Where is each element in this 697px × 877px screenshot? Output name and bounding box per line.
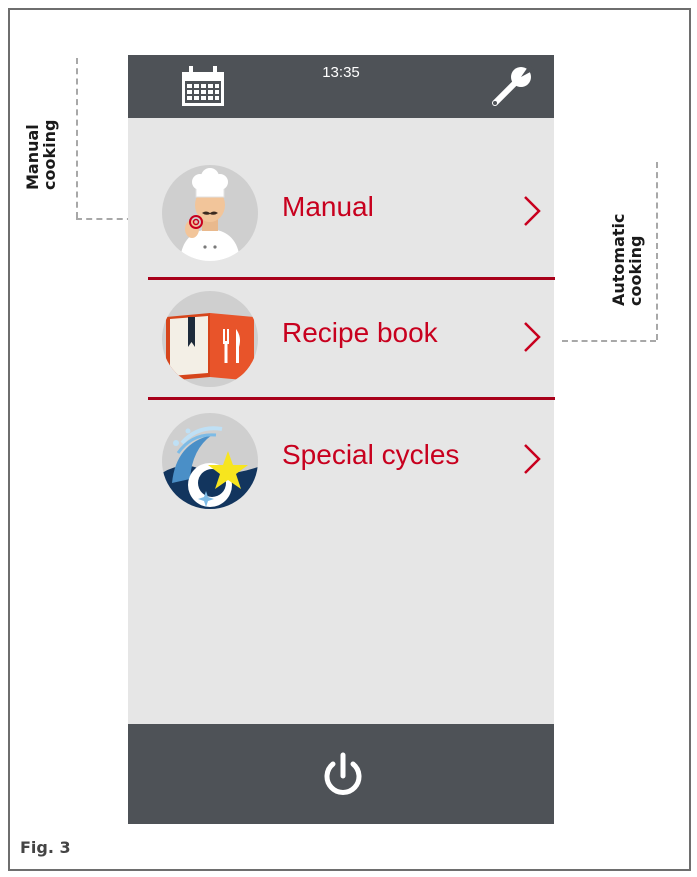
callout-automatic-cooking: Automatic cooking [609,213,645,307]
status-bar: 13:35 [128,55,554,118]
device-screen: 13:35 Manual Recipe book Special cycles [128,55,555,824]
chef-icon [162,165,258,261]
menu-divider [148,397,555,400]
callout-automatic-line2: cooking [626,235,645,306]
menu-label-manual: Manual [282,191,374,222]
callout-automatic-line1: Automatic [609,213,628,307]
callout-automatic-leader-horizontal [562,340,656,342]
menu-label-recipe-book: Recipe book [282,317,438,348]
bottom-bar [128,724,554,824]
special-cycles-icon [162,413,258,509]
chevron-right-icon [522,321,542,358]
menu-item-recipe-book[interactable]: Recipe book [162,291,554,387]
callout-manual-cooking: Manual cooking [23,119,59,190]
menu-label-special-cycles: Special cycles [282,439,460,470]
chevron-right-icon [522,195,542,232]
menu-divider [148,277,555,280]
power-icon[interactable] [321,752,365,800]
chevron-right-icon [522,443,542,480]
recipe-book-icon [162,291,258,387]
wrench-icon[interactable] [488,64,534,110]
figure-caption: Fig. 3 [20,838,71,857]
callout-manual-line2: cooking [40,119,59,190]
callout-manual-line1: Manual [23,124,42,190]
callout-manual-leader-vertical [76,58,78,218]
menu-item-manual[interactable]: Manual [162,165,554,261]
menu-item-special-cycles[interactable]: Special cycles [162,413,554,509]
callout-automatic-leader-vertical [656,162,658,340]
